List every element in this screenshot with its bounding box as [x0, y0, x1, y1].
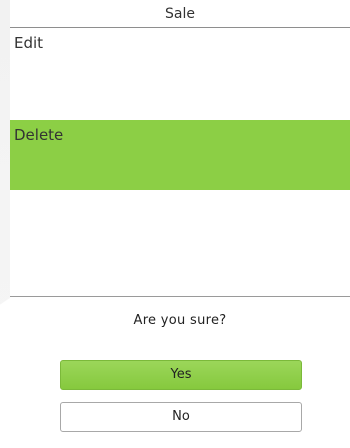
yes-button[interactable]: Yes [60, 360, 302, 390]
menu-item-edit[interactable]: Edit [10, 28, 350, 120]
page-title: Sale [10, 0, 350, 28]
confirm-dialog: Are you sure? Yes No [10, 297, 350, 448]
no-button[interactable]: No [60, 402, 302, 432]
confirm-message: Are you sure? [133, 313, 227, 328]
menu-list: Edit Delete [10, 28, 350, 296]
sale-panel: Sale Edit Delete Are you sure? Yes No [10, 0, 350, 448]
menu-item-delete[interactable]: Delete [10, 120, 350, 190]
screen: Sale Edit Delete Are you sure? Yes No [0, 0, 350, 448]
